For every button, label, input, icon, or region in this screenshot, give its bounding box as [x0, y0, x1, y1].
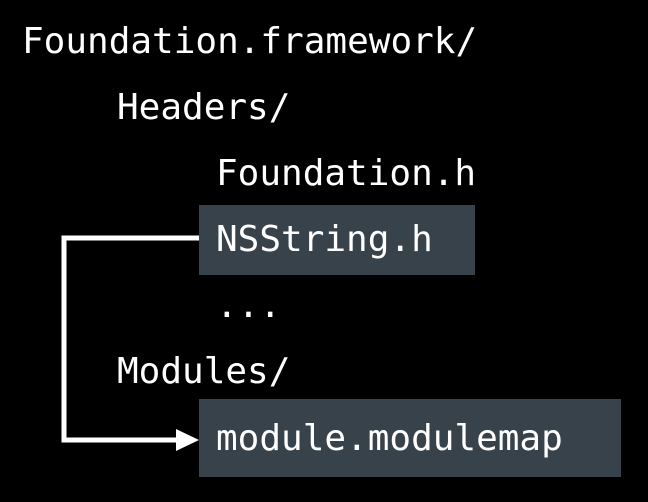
root-folder: Foundation.framework/: [22, 21, 478, 62]
modulemap-file: module.modulemap: [216, 418, 563, 459]
arrow-right-icon: [176, 429, 199, 451]
foundation-header-file: Foundation.h: [216, 153, 477, 194]
headers-folder: Headers/: [117, 87, 291, 128]
modules-folder: Modules/: [117, 351, 291, 392]
connector-line: [61, 235, 199, 443]
nsstring-header-file: NSString.h: [216, 219, 433, 260]
ellipsis-more-files: ...: [216, 285, 282, 326]
